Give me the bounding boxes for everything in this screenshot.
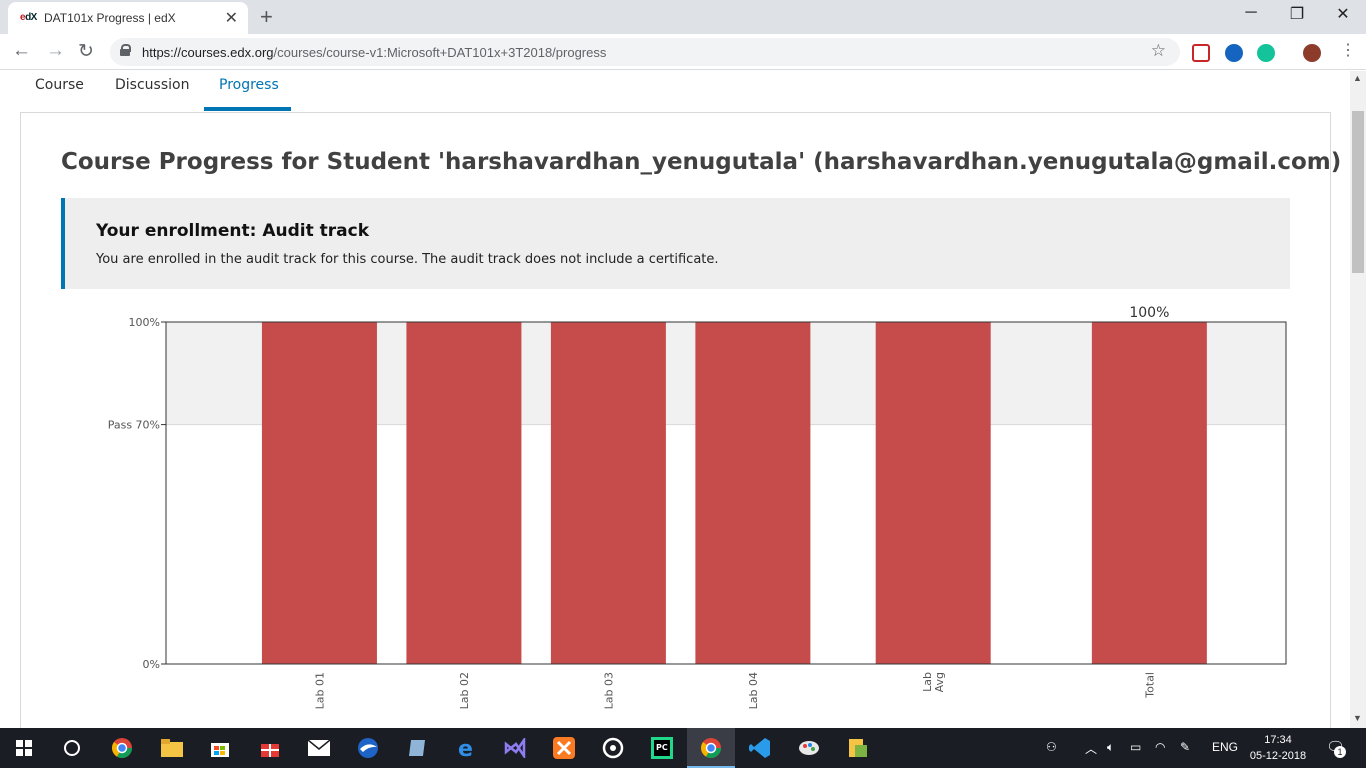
bar-lab-04	[695, 322, 811, 664]
page-viewport: Course Discussion Progress Course Progre…	[0, 71, 1350, 728]
vscode-icon[interactable]	[748, 736, 772, 760]
tab-progress[interactable]: Progress	[219, 77, 279, 93]
scroll-up-icon[interactable]: ▲	[1353, 73, 1362, 83]
y-tick-label: Pass 70%	[108, 419, 160, 432]
x-tick-label: Lab 04	[747, 672, 760, 709]
x-tick-label: Lab 02	[458, 672, 471, 709]
svg-text:e: e	[458, 737, 473, 759]
taskbar: e PC ⚇ ︿ 🔈︎ ▭ ◠ ✎ ENG 17:34 05-12-2018 🗨…	[0, 728, 1366, 768]
pycharm-icon[interactable]: PC	[650, 736, 674, 760]
x-tick-label: Total	[1143, 672, 1156, 699]
volume-icon[interactable]: 🔈︎	[1107, 740, 1114, 755]
visual-studio-icon[interactable]	[503, 736, 527, 760]
close-window-button[interactable]: ✕	[1320, 4, 1366, 24]
restore-button[interactable]: ❐	[1274, 4, 1320, 24]
clock-time: 17:34	[1264, 734, 1292, 746]
chrome-active-app-icon[interactable]	[699, 736, 723, 760]
enrollment-heading: Your enrollment: Audit track	[96, 221, 370, 241]
clock-date: 05-12-2018	[1249, 750, 1307, 762]
people-icon[interactable]: ⚇	[1046, 740, 1057, 754]
tab-course[interactable]: Course	[35, 77, 84, 93]
notes-app-icon[interactable]	[405, 736, 429, 760]
back-arrow-icon[interactable]: ←	[12, 40, 31, 62]
x-tick-label: LabAvg	[921, 672, 946, 692]
bar-lab-02	[406, 322, 522, 664]
url-text: https://courses.edx.org/courses/course-v…	[142, 45, 607, 60]
file-explorer-icon[interactable]	[160, 736, 184, 760]
active-tab-indicator	[204, 107, 291, 111]
tab-discussion[interactable]: Discussion	[115, 77, 189, 93]
course-tabs: Course Discussion Progress	[0, 71, 1350, 111]
notification-count-badge: 1	[1334, 746, 1346, 758]
y-tick-label: 0%	[143, 658, 160, 671]
bar-lab-03	[550, 322, 666, 664]
language-indicator[interactable]: ENG	[1212, 740, 1238, 754]
scrollbar-thumb[interactable]	[1352, 111, 1364, 273]
edge-browser-icon[interactable]: e	[455, 736, 479, 760]
cortana-search-icon[interactable]	[60, 736, 84, 760]
show-hidden-icons-chevron-icon[interactable]: ︿	[1085, 740, 1097, 757]
grade-chart: Lab 01 Lab 02 Lab 03 Lab 04 LabAvg Total 100% 1…	[108, 305, 1287, 709]
store-icon[interactable]	[208, 736, 232, 760]
x-tick-label: Lab 01	[313, 672, 326, 709]
battery-icon[interactable]: ▭	[1130, 740, 1141, 754]
pen-ink-icon[interactable]: ✎	[1180, 740, 1190, 754]
bar-lab-01	[261, 322, 377, 664]
xampp-icon[interactable]	[552, 736, 576, 760]
close-tab-icon[interactable]: ✕	[225, 8, 238, 28]
svg-text:PC: PC	[656, 743, 668, 752]
profile-avatar-icon[interactable]	[1303, 44, 1321, 62]
forward-arrow-icon[interactable]: →	[46, 40, 65, 62]
extension-globe-icon[interactable]	[1225, 44, 1243, 62]
browser-tab[interactable]: edX DAT101x Progress | edX ✕	[8, 2, 248, 34]
total-value-label: 100%	[1129, 305, 1169, 321]
files-app-icon[interactable]	[846, 736, 870, 760]
scroll-down-icon[interactable]: ▼	[1353, 713, 1362, 723]
obs-recorder-icon[interactable]	[601, 736, 625, 760]
browser-toolbar: ← → ↻ https://courses.edx.org/courses/co…	[0, 34, 1366, 70]
reload-icon[interactable]: ↻	[78, 40, 94, 63]
address-bar[interactable]: https://courses.edx.org/courses/course-v…	[110, 38, 1180, 66]
browser-tabstrip: edX DAT101x Progress | edX ✕ + ─ ❐ ✕	[0, 0, 1366, 34]
chrome-menu-icon[interactable]: ⋮	[1340, 40, 1356, 60]
paint-app-icon[interactable]	[797, 736, 821, 760]
bar-lab-avg	[875, 322, 991, 664]
chrome-app-icon[interactable]	[110, 736, 134, 760]
bar-total	[1091, 322, 1207, 664]
taskbar-clock[interactable]: 17:34 05-12-2018	[1238, 732, 1318, 764]
enrollment-text: You are enrolled in the audit track for …	[96, 252, 719, 267]
tab-title: DAT101x Progress | edX	[44, 11, 176, 25]
windows-start-icon[interactable]	[12, 736, 36, 760]
lock-icon	[120, 44, 131, 56]
vertical-scrollbar[interactable]: ▲ ▼	[1350, 71, 1366, 728]
extension-pocket-icon[interactable]	[1192, 44, 1210, 62]
enrollment-banner: Your enrollment: Audit track You are enr…	[61, 198, 1290, 289]
grammarly-icon[interactable]	[1257, 44, 1275, 62]
new-tab-button[interactable]: +	[260, 4, 273, 30]
mail-icon[interactable]	[307, 736, 331, 760]
page-title: Course Progress for Student 'harshavardh…	[61, 149, 1342, 175]
bookmark-star-icon[interactable]: ☆	[1151, 41, 1166, 61]
edx-favicon-icon: edX	[20, 12, 37, 23]
minimize-button[interactable]: ─	[1228, 4, 1274, 22]
eagle-app-icon[interactable]	[356, 736, 380, 760]
wifi-icon[interactable]: ◠	[1155, 740, 1165, 754]
gift-app-icon[interactable]	[258, 736, 282, 760]
x-tick-label: Lab 03	[602, 672, 615, 709]
y-tick-label: 100%	[129, 316, 160, 329]
